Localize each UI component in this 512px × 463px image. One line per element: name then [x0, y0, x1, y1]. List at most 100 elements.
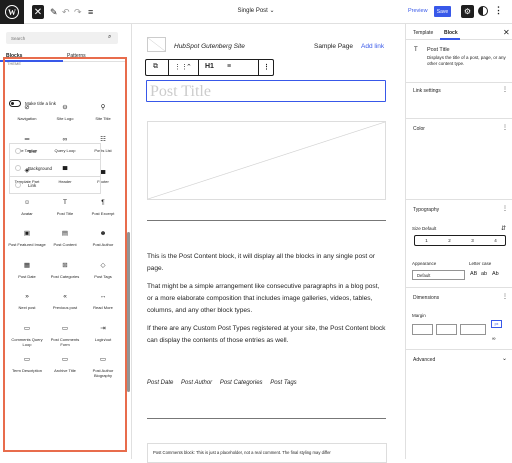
site-logo-placeholder[interactable]	[147, 37, 166, 52]
post-categories[interactable]: Post Categories	[220, 380, 263, 386]
make-title-link-toggle[interactable]	[9, 100, 21, 107]
capitalize-button[interactable]: Ab	[492, 271, 499, 277]
link-sides-icon[interactable]: ∞	[492, 336, 496, 342]
toolbar-separator	[258, 60, 259, 75]
block-item[interactable]: « Previous post	[46, 292, 84, 310]
block-label: Post Author	[92, 242, 114, 247]
undo-icon[interactable]: ↶	[62, 5, 70, 19]
styles-contrast-icon[interactable]	[478, 6, 488, 16]
block-label: Comments Query Loop	[11, 336, 43, 347]
block-item[interactable]: » Next post	[8, 292, 46, 310]
color-option-text[interactable]: Text	[9, 143, 101, 160]
block-item[interactable]: ¶ Post Excerpt	[84, 198, 122, 216]
block-item[interactable]: ▭ Post Author Biography	[84, 355, 122, 378]
move-block-icon[interactable]: ⌃	[186, 63, 192, 71]
block-item[interactable]: ▣ Post Featured Image	[8, 229, 46, 247]
panel-options-icon[interactable]: ⋮	[502, 124, 508, 131]
chevron-down-icon[interactable]: ⌄	[502, 355, 507, 362]
block-label: Avatar	[21, 210, 33, 216]
redo-icon[interactable]: ↷	[74, 5, 82, 19]
unit-select[interactable]: px	[491, 320, 502, 328]
font-size-option[interactable]: 1	[415, 238, 438, 243]
block-search-input[interactable]: Search	[6, 32, 118, 44]
block-label: Post Tags	[94, 273, 112, 279]
document-title-chevron-icon[interactable]: ⌄	[270, 8, 275, 14]
post-date[interactable]: Post Date	[147, 380, 173, 386]
panel-color: Color ⋮	[406, 118, 512, 198]
panel-options-icon[interactable]: ⋮	[502, 205, 508, 212]
panel-title[interactable]: Typography	[413, 207, 439, 213]
custom-size-icon[interactable]: ⇵	[501, 225, 506, 232]
uppercase-button[interactable]: AB	[470, 271, 477, 277]
post-content-paragraph[interactable]: That might be a simple arrangement like …	[147, 281, 387, 317]
settings-gear-icon[interactable]: ⚙	[461, 5, 474, 18]
block-item[interactable]: ▦ Post Date	[8, 261, 46, 279]
edit-tools-icon[interactable]: ✎	[50, 5, 58, 19]
post-title-block[interactable]: Post Title	[146, 80, 386, 102]
block-item[interactable]: ▭ Post Comments Form	[46, 324, 84, 347]
margin-bottom-input[interactable]	[460, 324, 486, 335]
color-swatch	[15, 165, 21, 171]
wordpress-logo-button[interactable]: W	[0, 0, 24, 24]
tab-block[interactable]: Block	[444, 30, 458, 36]
block-label: Post Excerpt	[91, 210, 115, 216]
post-comments-placeholder[interactable]: Post Comments block: This is just a plac…	[147, 443, 387, 463]
block-item[interactable]: ↔ Read More	[84, 292, 122, 310]
post-content-paragraph[interactable]: If there are any Custom Post Types regis…	[147, 323, 387, 347]
block-item[interactable]: ⚲ Site Title	[84, 103, 122, 121]
block-icon: ◇	[100, 261, 106, 269]
block-item[interactable]: T Post Title	[46, 198, 84, 216]
separator-line	[147, 418, 386, 419]
block-item[interactable]: ☺ Avatar	[8, 198, 46, 216]
appearance-select[interactable]: Default	[412, 270, 465, 280]
block-item[interactable]: ▤ Post Content	[46, 229, 84, 247]
transform-block-icon[interactable]: ⧉	[153, 63, 158, 71]
font-size-option[interactable]: 2	[438, 238, 461, 243]
inserter-scrollbar[interactable]	[127, 232, 130, 392]
featured-image-placeholder[interactable]	[147, 121, 386, 200]
panel-title[interactable]: Link settings	[413, 88, 441, 94]
nav-add-link[interactable]: Add link	[361, 43, 384, 50]
margin-right-input[interactable]	[436, 324, 457, 335]
post-content-paragraph[interactable]: This is the Post Content block, it will …	[147, 251, 387, 275]
font-size-option[interactable]: 4	[484, 238, 507, 243]
nav-item-sample-page[interactable]: Sample Page	[314, 43, 353, 50]
block-item[interactable]: ▭ Comments Query Loop	[8, 324, 46, 347]
block-label: Next post	[18, 305, 36, 310]
close-icon[interactable]: ✕	[503, 28, 510, 37]
heading-level-button[interactable]: H1	[205, 63, 214, 70]
post-tags[interactable]: Post Tags	[270, 380, 296, 386]
separator-line	[147, 220, 386, 221]
save-button[interactable]: Save	[434, 6, 451, 17]
color-option-link[interactable]: Link	[9, 177, 101, 194]
panel-link-settings: Link settings ⋮	[406, 82, 512, 122]
list-view-icon[interactable]: ≡	[88, 5, 93, 19]
color-swatch	[15, 182, 21, 188]
document-title[interactable]: Single Post	[237, 8, 267, 14]
block-item[interactable]: ◇ Post Tags	[84, 261, 122, 279]
block-item[interactable]: ⊞ Post Categories	[46, 261, 84, 279]
block-item[interactable]: ☻ Post Author	[84, 229, 122, 247]
block-item[interactable]: ▭ Archive Title	[46, 355, 84, 373]
font-size-option[interactable]: 3	[461, 238, 484, 243]
block-item[interactable]: ⇥ Login/out	[84, 324, 122, 342]
block-options-icon[interactable]: ⋮	[263, 63, 270, 71]
panel-title[interactable]: Advanced	[413, 357, 435, 363]
preview-button[interactable]: Preview	[408, 8, 428, 14]
panel-options-icon[interactable]: ⋮	[502, 293, 508, 300]
more-options-icon[interactable]: ⋮	[494, 5, 503, 16]
block-item[interactable]: ▭ Term Description	[8, 355, 46, 373]
lowercase-button[interactable]: ab	[481, 271, 487, 277]
block-inserter-toggle-button[interactable]: ✕	[32, 5, 44, 19]
panel-title[interactable]: Dimensions	[413, 295, 439, 301]
margin-top-input[interactable]	[412, 324, 433, 335]
site-title[interactable]: HubSpot Gutenberg Site	[174, 43, 245, 50]
panel-advanced: Advanced ⌄	[406, 349, 512, 369]
color-option-background[interactable]: Background	[9, 160, 101, 177]
panel-options-icon[interactable]: ⋮	[502, 86, 508, 93]
post-author[interactable]: Post Author	[181, 380, 212, 386]
tab-template[interactable]: Template	[413, 30, 433, 36]
toolbar-separator	[198, 60, 199, 75]
align-text-icon[interactable]: ≡	[227, 63, 231, 70]
panel-title[interactable]: Color	[413, 126, 425, 132]
